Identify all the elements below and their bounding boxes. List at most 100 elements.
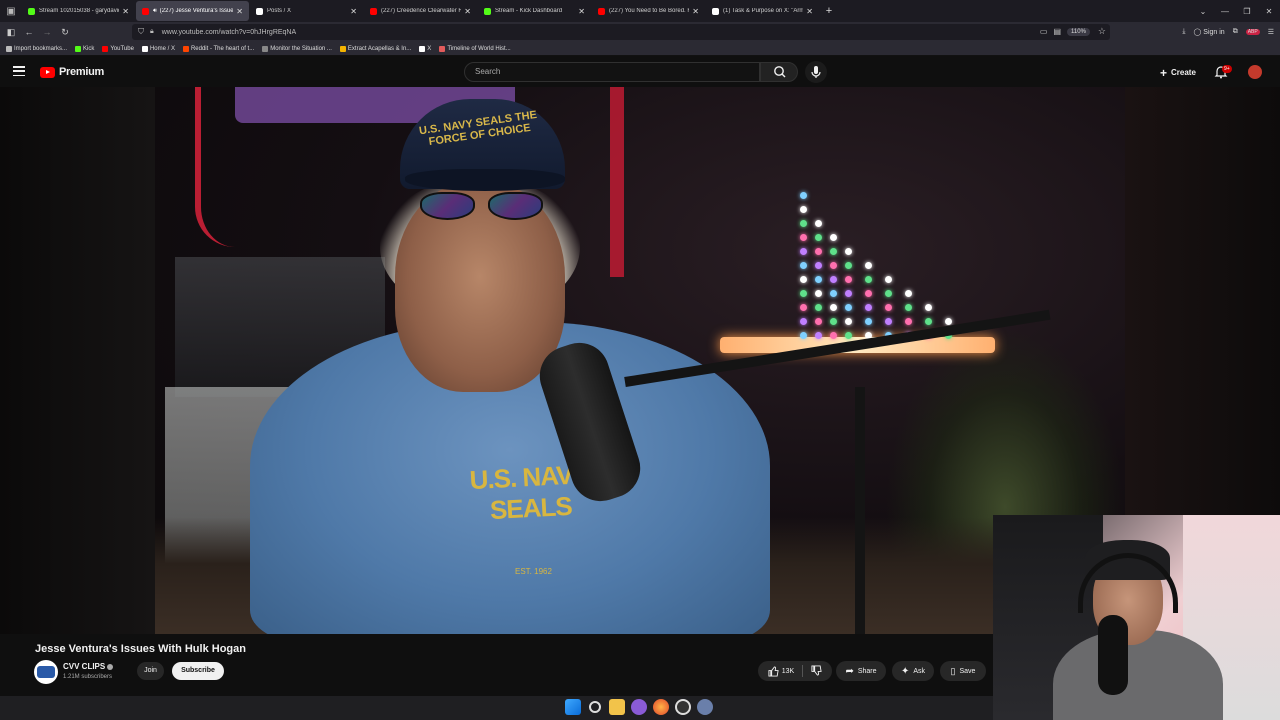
led-light xyxy=(905,318,912,325)
search-button[interactable] xyxy=(760,62,798,82)
tab-close-icon[interactable]: ✕ xyxy=(464,7,471,16)
led-light xyxy=(800,192,807,199)
app-menu-icon[interactable]: ☰ xyxy=(1268,28,1274,36)
tab-close-icon[interactable]: ✕ xyxy=(578,7,585,16)
bookmark-item[interactable]: YouTube xyxy=(102,45,134,52)
url-text[interactable]: www.youtube.com/watch?v=0hJHrgREqNA xyxy=(162,29,296,36)
like-count: 13K xyxy=(781,667,795,675)
led-light xyxy=(830,318,837,325)
tab-favicon-icon xyxy=(142,7,149,15)
bookmark-item[interactable]: X xyxy=(419,45,431,52)
led-light xyxy=(885,304,892,311)
mic-stand xyxy=(855,387,865,634)
obs-icon[interactable] xyxy=(675,699,691,715)
file-explorer-icon[interactable] xyxy=(609,699,625,715)
search-icon xyxy=(774,66,786,78)
maximize-button[interactable]: ❐ xyxy=(1236,7,1258,16)
led-light xyxy=(800,304,807,311)
account-button[interactable]: ◯ Sign in xyxy=(1193,28,1224,37)
guide-menu-icon[interactable] xyxy=(13,66,25,76)
tab-title: (1) Task & Purpose on X: "Army xyxy=(723,8,804,14)
bookmark-item[interactable]: Extract Acapellas & In... xyxy=(339,45,411,52)
tab-close-icon[interactable]: ✕ xyxy=(236,7,243,16)
extension-badge-icon[interactable]: ABP xyxy=(1245,29,1260,35)
settings-icon[interactable] xyxy=(697,699,713,715)
shield-icon[interactable]: ⛉ xyxy=(138,27,144,37)
app-icon[interactable] xyxy=(631,699,647,715)
share-button[interactable]: ➦ Share xyxy=(836,661,886,681)
led-light xyxy=(830,304,837,311)
streamer-webcam-overlay xyxy=(993,515,1280,720)
tab-audio-icon[interactable]: 🔊︎ xyxy=(153,8,157,15)
minimize-button[interactable]: — xyxy=(1214,7,1236,16)
channel-name-link[interactable]: CVV CLIPS xyxy=(63,662,114,671)
led-light xyxy=(885,290,892,297)
save-button[interactable]: ▯ Save xyxy=(940,661,986,681)
forward-button[interactable]: → xyxy=(38,23,56,41)
led-light xyxy=(800,234,807,241)
tab-close-icon[interactable]: ✕ xyxy=(806,7,813,16)
close-window-button[interactable]: ✕ xyxy=(1258,7,1280,16)
like-button[interactable]: 13K xyxy=(768,665,795,677)
join-button[interactable]: Join xyxy=(137,662,164,680)
tab-favicon-icon xyxy=(370,7,377,15)
browser-tab[interactable]: 🔊︎ (227) Jesse Ventura's Issues ✕ xyxy=(136,1,249,21)
bookmark-item[interactable]: Home / X xyxy=(141,45,175,52)
new-tab-button[interactable]: + xyxy=(820,5,838,17)
reader-view-icon[interactable]: ▤ xyxy=(1053,27,1061,36)
browser-tab[interactable]: (227) Creedence Clearwater Re ✕ xyxy=(364,1,477,21)
led-light xyxy=(815,304,822,311)
bookmark-item[interactable]: Monitor the Situation ... xyxy=(262,45,332,52)
bookmark-favicon-icon xyxy=(339,45,346,52)
user-avatar[interactable] xyxy=(1248,65,1262,79)
bookmark-star-icon[interactable]: ☆ xyxy=(1098,26,1106,37)
tab-close-icon[interactable]: ✕ xyxy=(122,7,129,16)
sidebar-toggle-icon[interactable]: ◧ xyxy=(2,23,20,41)
downloads-icon[interactable]: ⤓ xyxy=(1182,28,1185,36)
youtube-logo[interactable]: Premium xyxy=(40,66,104,78)
bookmark-item[interactable]: Import bookmarks... xyxy=(6,45,68,52)
ask-button[interactable]: ✦ Ask xyxy=(892,661,934,681)
voice-search-button[interactable] xyxy=(805,61,827,83)
windows-start-icon[interactable] xyxy=(565,699,581,715)
video-title: Jesse Ventura's Issues With Hulk Hogan xyxy=(35,643,246,655)
lock-icon[interactable]: 🔒︎ xyxy=(150,28,154,36)
browser-tab[interactable]: Stream 102015038 - garydavid ✕ xyxy=(22,1,135,21)
led-light xyxy=(830,276,837,283)
tab-list-icon[interactable]: ▣ xyxy=(0,0,22,22)
toolbar-right: ⤓ ◯ Sign in ⧉ ABP ☰ xyxy=(1182,22,1274,42)
create-button[interactable]: + Create xyxy=(1154,64,1202,81)
youtube-header: Premium Search + Create xyxy=(0,57,1280,87)
picture-icon[interactable]: ▭ xyxy=(1040,27,1048,36)
browser-tab[interactable]: Posts / X ✕ xyxy=(250,1,363,21)
ask-label: Ask xyxy=(913,667,926,675)
list-all-tabs-icon[interactable]: ⌄ xyxy=(1192,7,1214,16)
subscribe-button[interactable]: Subscribe xyxy=(172,662,224,680)
extensions-icon[interactable]: ⧉ xyxy=(1233,28,1238,36)
video-frame[interactable]: U.S. NAVY SEALS EST. 1962 U.S. NAVY SEAL… xyxy=(155,87,1125,634)
search-input[interactable]: Search xyxy=(464,62,760,82)
os-taskbar xyxy=(0,696,993,720)
taskbar-search-icon[interactable] xyxy=(589,701,601,713)
bookmark-item[interactable]: Reddit - The heart of t... xyxy=(182,45,254,52)
tab-close-icon[interactable]: ✕ xyxy=(692,7,699,16)
thumbs-up-icon xyxy=(768,665,779,677)
browser-tab[interactable]: (1) Task & Purpose on X: "Army ✕ xyxy=(706,1,819,21)
tab-close-icon[interactable]: ✕ xyxy=(350,7,357,16)
back-button[interactable]: ← xyxy=(20,23,38,41)
reload-button[interactable]: ↻ xyxy=(56,23,74,41)
browser-tab[interactable]: Stream - Kick Dashboard ✕ xyxy=(478,1,591,21)
zoom-level[interactable]: 110% xyxy=(1067,27,1090,36)
dislike-button[interactable] xyxy=(811,664,822,678)
browser-tab[interactable]: (227) You Need to Be Bored. H ✕ xyxy=(592,1,705,21)
bookmark-label: YouTube xyxy=(110,45,134,52)
bookmark-favicon-icon xyxy=(102,45,109,52)
letterbox-left xyxy=(0,87,155,634)
firefox-icon[interactable] xyxy=(653,699,669,715)
bookmark-item[interactable]: Kick xyxy=(75,45,94,52)
led-light xyxy=(830,332,837,339)
bookmark-label: Import bookmarks... xyxy=(14,45,68,52)
channel-avatar[interactable] xyxy=(34,660,58,684)
address-bar[interactable]: ⛉ 🔒︎ www.youtube.com/watch?v=0hJHrgREqNA… xyxy=(132,24,1110,40)
bookmark-item[interactable]: Timeline of World Hist... xyxy=(439,45,511,52)
